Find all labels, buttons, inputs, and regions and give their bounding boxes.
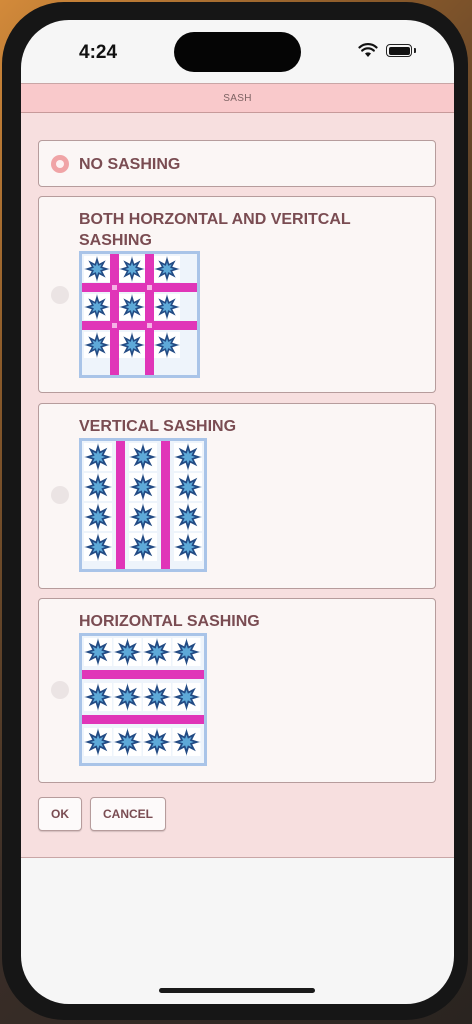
- option-label-horizontal-sashing: HORIZONTAL SASHING: [79, 613, 260, 630]
- radio-no-sashing[interactable]: [51, 155, 69, 173]
- star-center: [90, 689, 106, 705]
- option-label-both-sashing: BOTH HORZONTAL AND VERITCAL SASHING: [79, 211, 351, 249]
- cornerstone: [112, 323, 117, 328]
- star-center: [180, 449, 196, 465]
- star-center: [90, 300, 104, 314]
- quilt-vertical-preview: [79, 438, 207, 572]
- sash-strip: [82, 715, 204, 724]
- wifi-icon: [358, 43, 378, 57]
- sash-strip: [82, 670, 204, 679]
- star-center: [120, 734, 135, 750]
- battery-tip: [414, 48, 416, 53]
- radio-vertical-sashing[interactable]: [51, 486, 69, 504]
- star-center: [179, 734, 194, 750]
- option-no-sashing[interactable]: NO SASHING: [38, 140, 436, 187]
- battery-icon: [386, 44, 412, 57]
- cornerstone: [147, 285, 152, 290]
- star-center: [90, 262, 104, 276]
- quilt-both-image: [79, 251, 200, 378]
- radio-both-sashing[interactable]: [51, 286, 69, 304]
- star-center: [90, 449, 106, 465]
- star-center: [160, 262, 174, 276]
- ok-button[interactable]: OK: [38, 797, 82, 831]
- star-center: [135, 449, 151, 465]
- cornerstone: [147, 323, 152, 328]
- sash-strip: [116, 441, 125, 569]
- quilt-vertical-image: [79, 438, 207, 572]
- quilt-horizontal-image: [79, 633, 207, 766]
- radio-horizontal-sashing[interactable]: [51, 681, 69, 699]
- star-center: [135, 479, 151, 495]
- phone-screen: 4:24 SASH NO SASHING BOTH HORZONTAL AND …: [21, 20, 454, 1004]
- star-center: [90, 734, 106, 750]
- star-center: [120, 689, 135, 705]
- star-center: [120, 644, 135, 660]
- sash-dialog: SASH NO SASHING BOTH HORZONTAL AND VERIT…: [21, 83, 454, 858]
- star-center: [149, 734, 165, 750]
- option-label-no-sashing: NO SASHING: [79, 156, 181, 173]
- option-label-vertical-sashing: VERTICAL SASHING: [79, 418, 237, 435]
- sash-strip: [110, 254, 119, 375]
- star-center: [179, 644, 194, 660]
- star-center: [90, 479, 106, 495]
- dialog-titlebar: SASH: [21, 84, 454, 113]
- option-horizontal-sashing[interactable]: HORIZONTAL SASHING: [38, 598, 436, 783]
- sash-strip: [82, 321, 197, 330]
- star-center: [90, 338, 104, 352]
- star-center: [180, 539, 196, 555]
- star-center: [125, 262, 139, 276]
- star-center: [149, 644, 165, 660]
- star-center: [180, 479, 196, 495]
- star-center: [179, 689, 194, 705]
- star-center: [135, 509, 151, 525]
- status-bar: 4:24: [21, 20, 454, 82]
- option-both-sashing[interactable]: BOTH HORZONTAL AND VERITCAL SASHING: [38, 196, 436, 393]
- quilt-both-preview: [79, 251, 200, 378]
- phone-frame: 4:24 SASH NO SASHING BOTH HORZONTAL AND …: [2, 2, 468, 1020]
- star-center: [135, 539, 151, 555]
- status-time: 4:24: [79, 42, 118, 63]
- dynamic-island: [174, 32, 301, 72]
- quilt-horizontal-preview: [79, 633, 207, 766]
- star-center: [160, 300, 174, 314]
- star-center: [90, 539, 106, 555]
- sash-strip: [82, 283, 197, 292]
- star-center: [149, 689, 165, 705]
- star-center: [125, 338, 139, 352]
- star-center: [90, 509, 106, 525]
- cornerstone: [112, 285, 117, 290]
- star-center: [90, 644, 106, 660]
- star-center: [160, 338, 174, 352]
- home-indicator[interactable]: [159, 988, 315, 993]
- star-center: [180, 509, 196, 525]
- cancel-button[interactable]: CANCEL: [90, 797, 166, 831]
- battery-level: [388, 46, 410, 55]
- option-vertical-sashing[interactable]: VERTICAL SASHING: [38, 403, 436, 589]
- sash-strip: [161, 441, 170, 569]
- star-center: [125, 300, 139, 314]
- dialog-title: SASH: [223, 92, 252, 104]
- sash-strip: [145, 254, 154, 375]
